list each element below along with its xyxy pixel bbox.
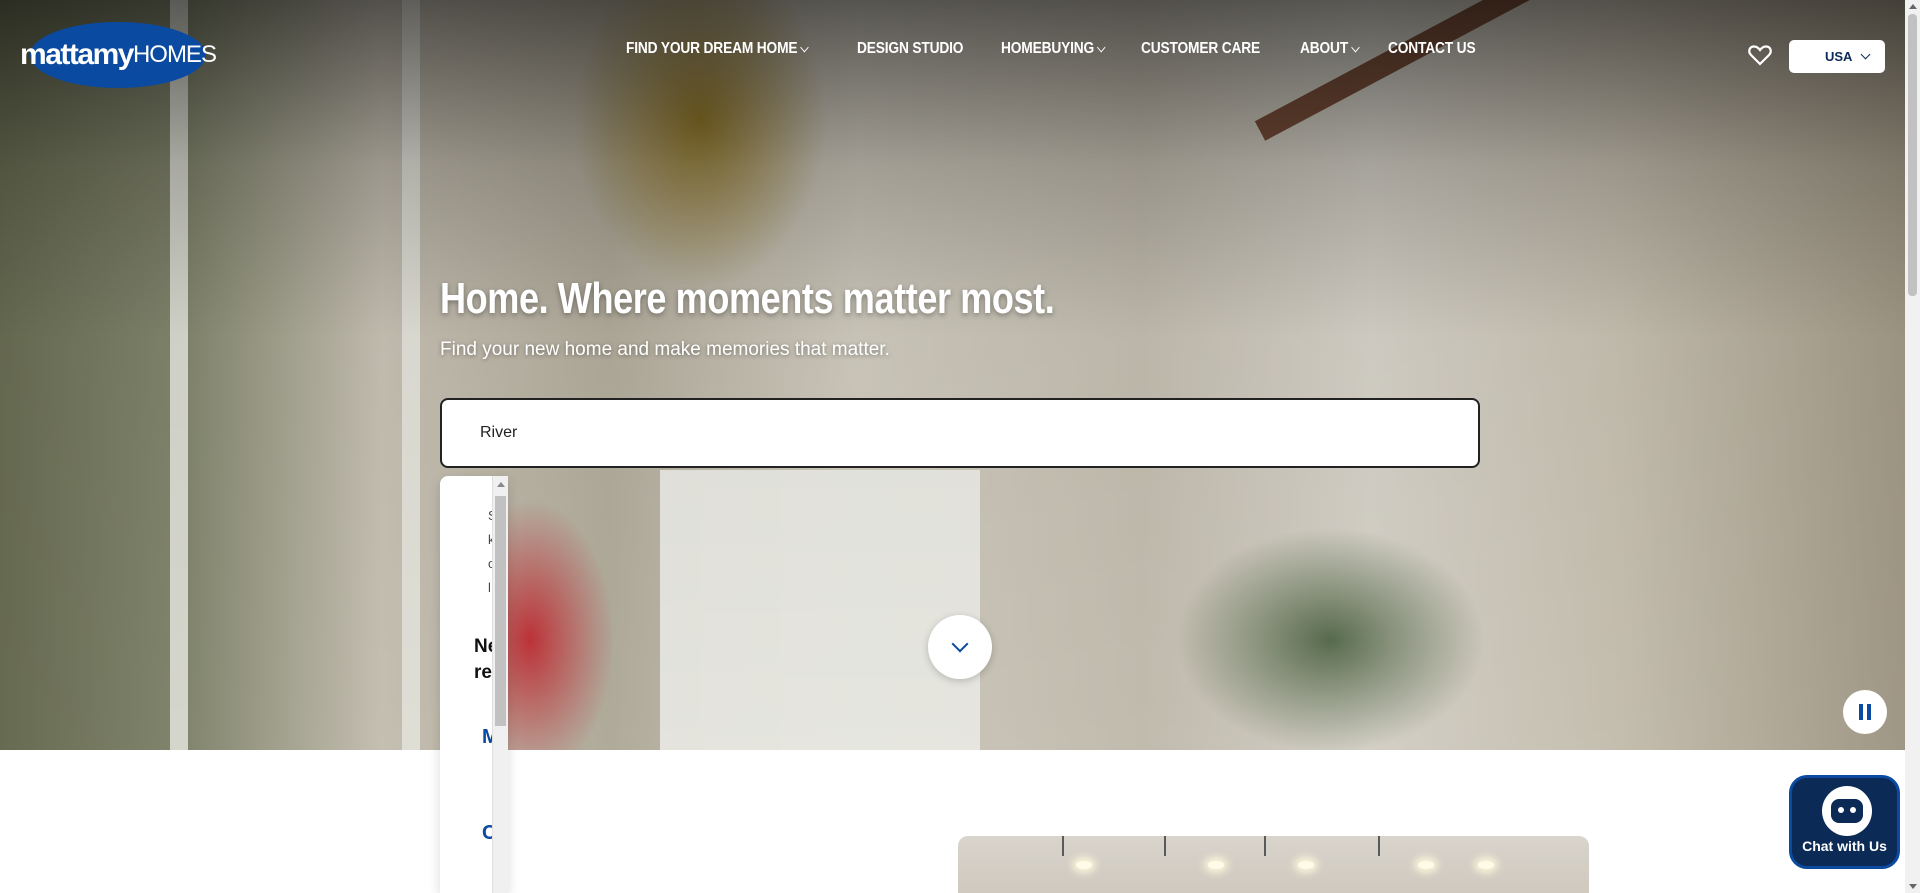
pendant-light [1298, 861, 1314, 869]
chevron-down-icon [800, 42, 809, 52]
search-input-value: River [480, 424, 518, 441]
community-search-input[interactable]: River [440, 398, 1480, 468]
pause-icon [1859, 704, 1863, 720]
nav-customer-care[interactable]: CUSTOMER CARE [1141, 40, 1260, 58]
featured-home-photo[interactable] [958, 836, 1589, 893]
hero-headline: Home. Where moments matter most. [440, 274, 1055, 323]
nav-homebuying[interactable]: HOMEBUYING [1001, 40, 1106, 58]
logo-text-main: mattamy [20, 38, 134, 71]
scroll-up-arrow-icon[interactable] [1909, 4, 1917, 9]
scroll-up-arrow-icon[interactable] [497, 482, 505, 487]
scrollbar-thumb[interactable] [495, 496, 506, 726]
chevron-down-icon [1350, 42, 1360, 52]
country-selector[interactable]: USA [1789, 40, 1885, 73]
page-scrollbar[interactable] [1905, 0, 1920, 893]
hero-subhead: Find your new home and make memories tha… [440, 339, 890, 360]
nav-contact-us[interactable]: CONTACT US [1388, 40, 1476, 58]
chevron-down-icon [1097, 42, 1106, 52]
scrollbar-thumb[interactable] [1908, 14, 1917, 296]
pendant-light [1076, 861, 1092, 869]
chevron-down-icon [1860, 49, 1871, 60]
chatbot-icon [1822, 786, 1872, 836]
scroll-down-button[interactable] [928, 615, 992, 679]
scroll-down-arrow-icon[interactable] [1909, 884, 1917, 889]
pause-video-button[interactable] [1843, 690, 1887, 734]
dropdown-scrollbar[interactable] [492, 476, 508, 893]
chat-with-us-button[interactable]: Chat with Us [1789, 775, 1900, 869]
nav-design-studio[interactable]: DESIGN STUDIO [857, 40, 964, 58]
chevron-down-icon [951, 635, 969, 653]
nav-find-your-dream-home[interactable]: FIND YOUR DREAM HOME [626, 40, 809, 58]
main-nav: FIND YOUR DREAM HOME DESIGN STUDIO HOMEB… [626, 40, 1509, 58]
pendant-light [1478, 861, 1494, 869]
mattamy-homes-logo[interactable]: mattamy HOMES [20, 22, 217, 88]
pendant-light [1418, 861, 1434, 869]
pendant-light [1208, 861, 1224, 869]
heart-icon[interactable] [1748, 44, 1772, 66]
nav-about[interactable]: ABOUT [1300, 40, 1360, 58]
search-suggestions-dropdown[interactable]: S k c l Ne re M C [440, 476, 508, 893]
logo-text-sub: HOMES [132, 41, 217, 68]
hero-banner: mattamy HOMES FIND YOUR DREAM HOME DESIG… [0, 0, 1905, 750]
